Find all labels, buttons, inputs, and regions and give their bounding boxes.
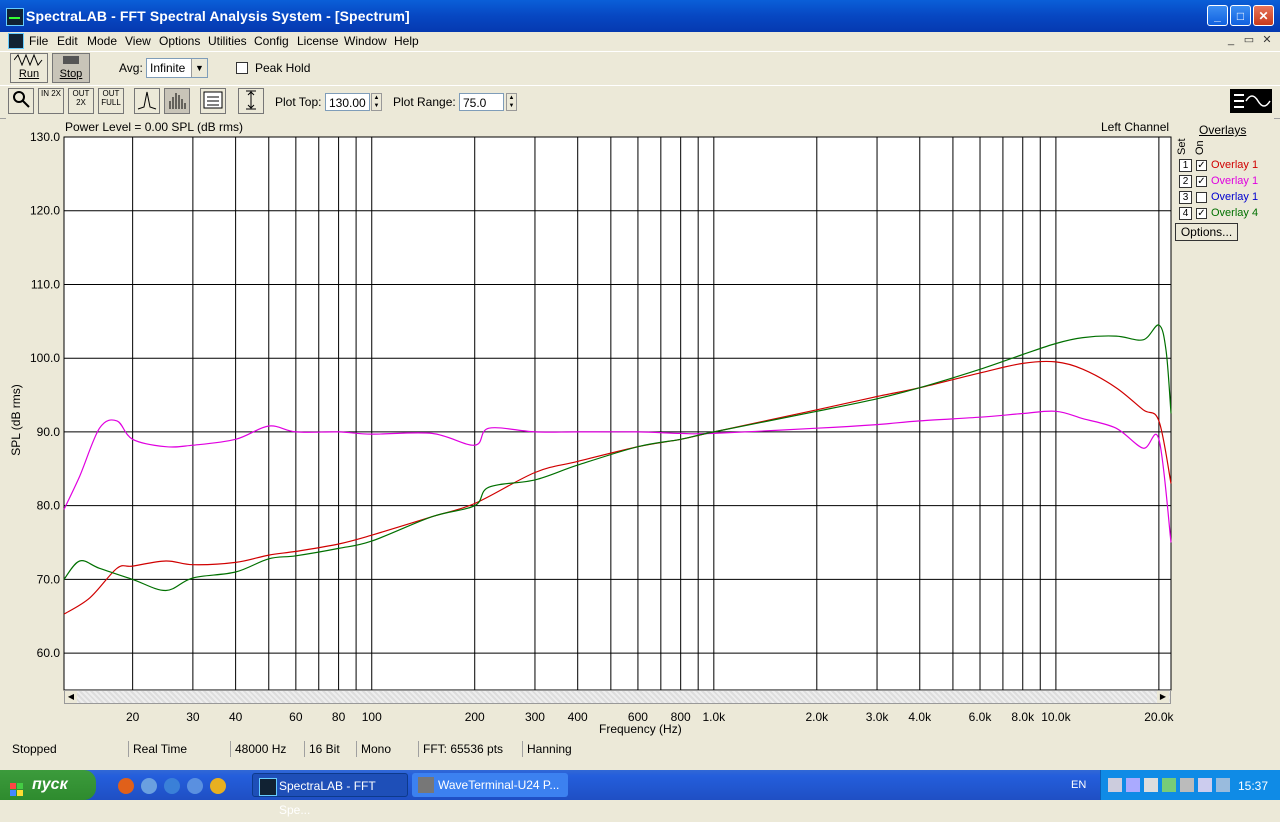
- start-button[interactable]: пуск: [0, 770, 96, 800]
- overlay-on-1-checkbox[interactable]: ✓: [1196, 160, 1207, 171]
- x-tick-label: 1.0k: [702, 710, 726, 724]
- windows-flag-icon[interactable]: [1162, 778, 1176, 792]
- overlay-set-3-button[interactable]: 3: [1179, 191, 1192, 204]
- start-label: пуск: [32, 776, 68, 793]
- x-tick-label: 100: [362, 710, 382, 724]
- clock: 15:37: [1238, 779, 1269, 793]
- overlays-col-on: On: [1194, 140, 1206, 155]
- y-tick-label: 130.0: [30, 130, 60, 144]
- status-state: Stopped: [12, 742, 57, 756]
- task-waveterminal-label: WaveTerminal-U24 P...: [438, 778, 560, 792]
- x-tick-label: 40: [229, 710, 243, 724]
- x-tick-label: 2.0k: [805, 710, 829, 724]
- overlay-4-label: Overlay 4: [1211, 207, 1259, 219]
- player-icon[interactable]: [210, 778, 226, 794]
- status-window: Hanning: [522, 741, 622, 757]
- display-icon[interactable]: [1198, 778, 1212, 792]
- overlay-on-3-checkbox[interactable]: [1196, 192, 1207, 203]
- status-bit-depth: 16 Bit: [304, 741, 356, 757]
- y-tick-label: 70.0: [37, 572, 61, 586]
- device-icon[interactable]: [1180, 778, 1194, 792]
- windows-logo-icon: [10, 778, 24, 796]
- x-tick-label: 8.0k: [1011, 710, 1035, 724]
- overlay-on-4-checkbox[interactable]: ✓: [1196, 208, 1207, 219]
- y-tick-label: 110.0: [31, 277, 60, 291]
- overlay-options-button[interactable]: Options...: [1175, 223, 1238, 241]
- task-waveterminal[interactable]: WaveTerminal-U24 P...: [412, 773, 568, 797]
- x-tick-label: 80: [332, 710, 346, 724]
- x-tick-label: 20: [126, 710, 140, 724]
- usb-icon[interactable]: [1126, 778, 1140, 792]
- x-tick-label: 6.0k: [969, 710, 993, 724]
- y-tick-label: 80.0: [37, 499, 61, 513]
- language-indicator[interactable]: EN: [1071, 779, 1086, 791]
- plot-background: [63, 136, 1172, 691]
- status-fft-size: FFT: 65536 pts: [418, 741, 522, 757]
- scroll-left-icon[interactable]: ◀: [65, 691, 77, 703]
- y-tick-label: 100.0: [30, 351, 60, 365]
- x-tick-label: 30: [186, 710, 200, 724]
- monitor-icon[interactable]: [1216, 778, 1230, 792]
- media-player-icon[interactable]: [141, 778, 157, 794]
- volume-icon[interactable]: [1144, 778, 1158, 792]
- internet-explorer-icon[interactable]: [164, 778, 180, 794]
- y-tick-label: 90.0: [37, 425, 61, 439]
- x-tick-label: 20.0k: [1144, 710, 1174, 724]
- outlook-icon[interactable]: [187, 778, 203, 794]
- overlay-3-label: Overlay 1: [1211, 191, 1259, 203]
- task-spectralab[interactable]: SpectraLAB - FFT Spe...: [252, 773, 408, 817]
- x-tick-label: 300: [525, 710, 545, 724]
- overlay-set-1-button[interactable]: 1: [1179, 159, 1192, 172]
- scroll-right-icon[interactable]: ▶: [1157, 691, 1169, 703]
- overlays-col-set: Set: [1176, 138, 1188, 155]
- x-tick-label: 4.0k: [908, 710, 932, 724]
- waveterminal-task-icon: [418, 777, 434, 793]
- x-tick-label: 200: [465, 710, 485, 724]
- spectrum-chart[interactable]: 130.0 120.0 110.0 100.0 90.0 80.0 70.0 60.0 20 3…: [0, 0, 1280, 740]
- status-mode: Real Time: [128, 741, 230, 757]
- status-channels: Mono: [356, 741, 418, 757]
- horizontal-scrollbar[interactable]: [64, 690, 1171, 704]
- y-tick-label: 120.0: [30, 204, 60, 218]
- overlay-set-2-button[interactable]: 2: [1179, 175, 1192, 188]
- y-axis-label: SPL (dB rms): [9, 384, 23, 456]
- x-tick-label: 400: [568, 710, 588, 724]
- x-tick-label: 3.0k: [866, 710, 890, 724]
- firefox-icon[interactable]: [118, 778, 134, 794]
- overlays-title: Overlays: [1199, 123, 1247, 137]
- overlay-1-label: Overlay 1: [1211, 159, 1259, 171]
- spectralab-task-icon: [259, 778, 277, 796]
- x-tick-label: 10.0k: [1041, 710, 1071, 724]
- y-tick-label: 60.0: [37, 646, 61, 660]
- x-axis-label: Frequency (Hz): [599, 722, 682, 736]
- network-icon[interactable]: [1108, 778, 1122, 792]
- overlay-on-2-checkbox[interactable]: ✓: [1196, 176, 1207, 187]
- x-tick-label: 60: [289, 710, 303, 724]
- overlay-set-4-button[interactable]: 4: [1179, 207, 1192, 220]
- status-sample-rate: 48000 Hz: [230, 741, 304, 757]
- overlay-2-label: Overlay 1: [1211, 175, 1259, 187]
